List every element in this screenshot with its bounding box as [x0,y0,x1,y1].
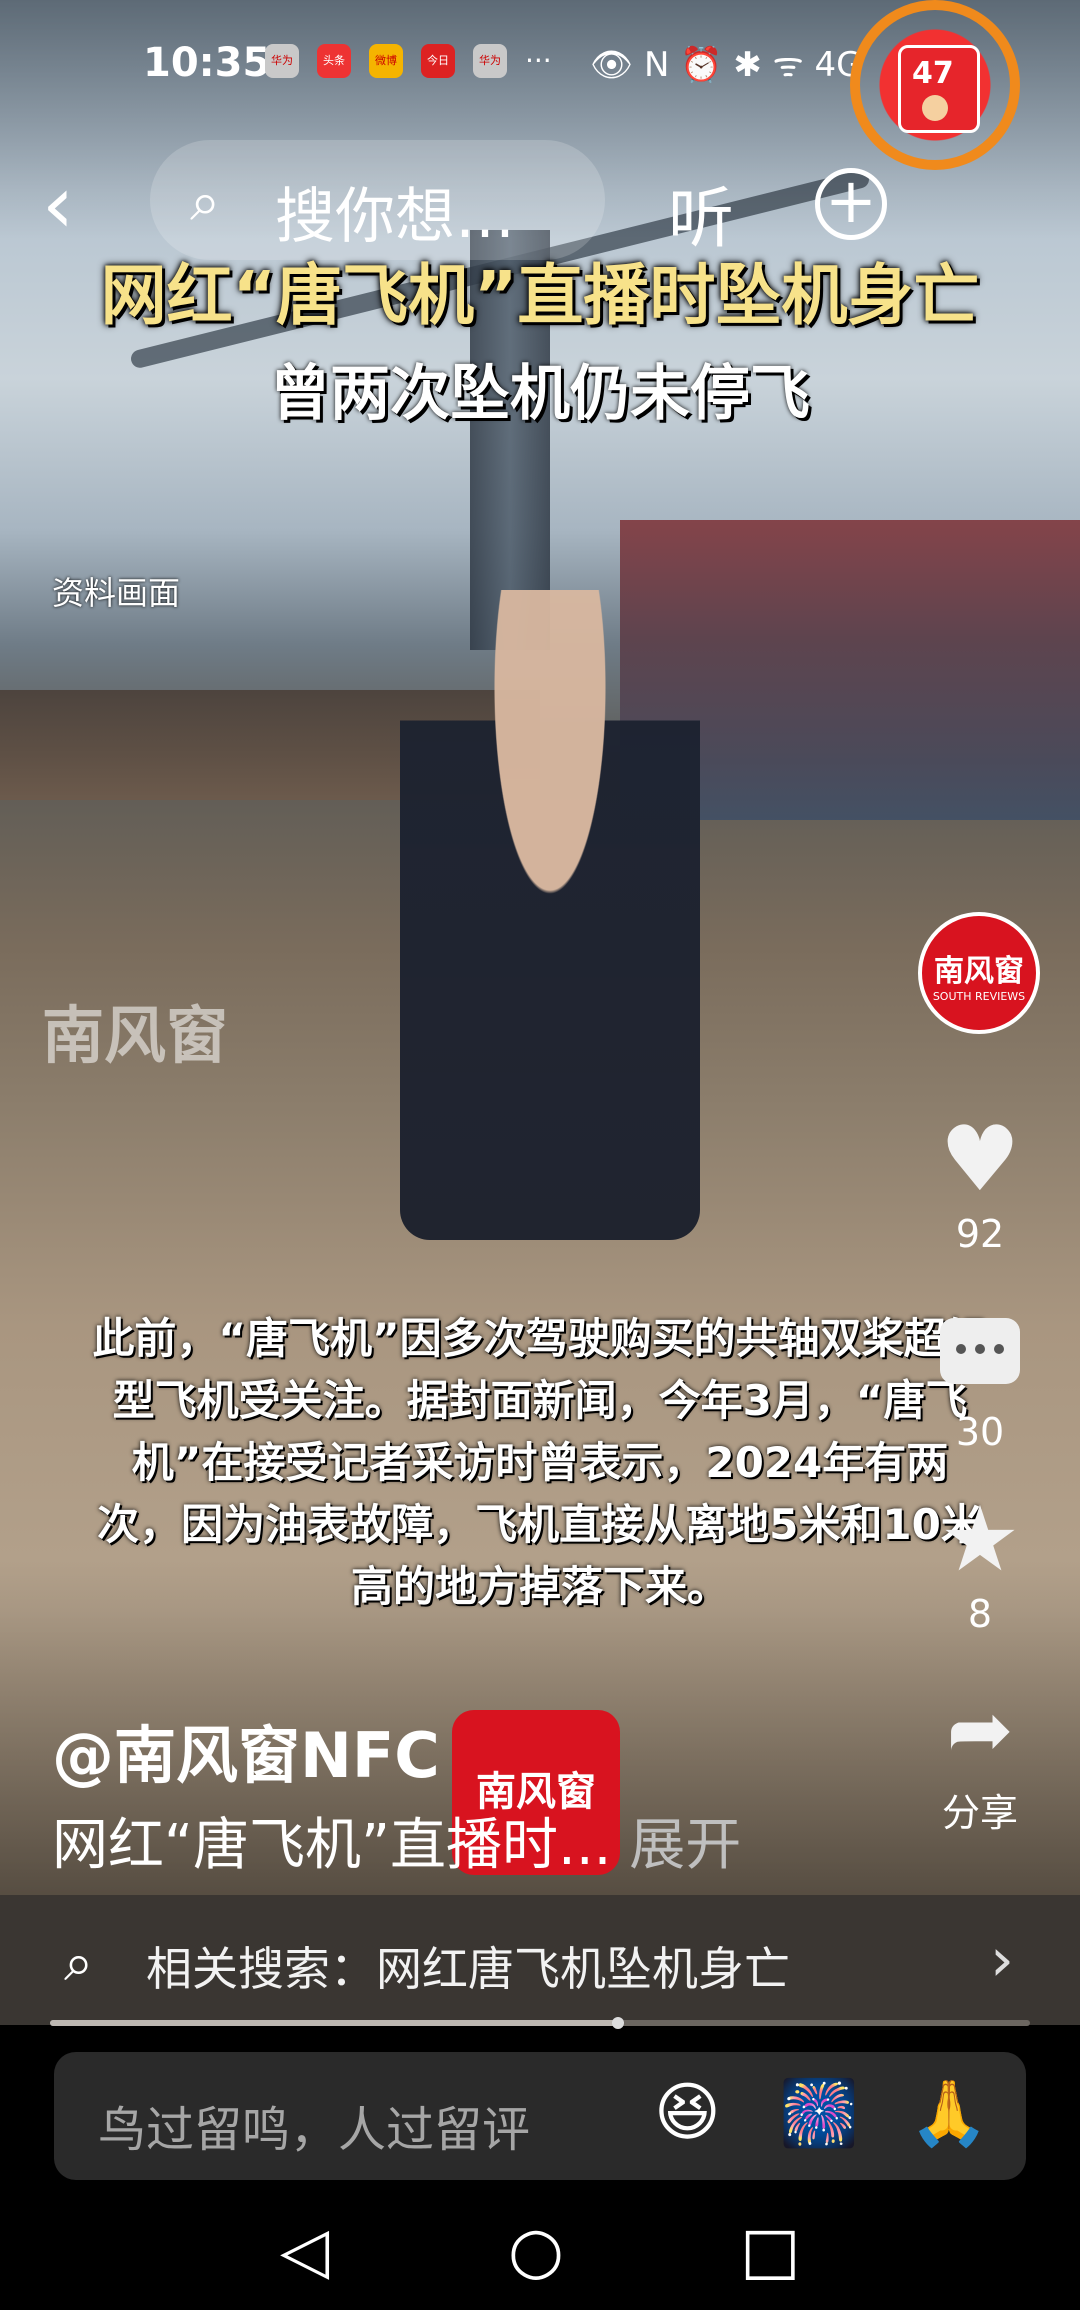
description-text: 网红“唐飞机”直播时... [52,1813,612,1878]
nav-home-icon[interactable]: ○ [508,2214,564,2288]
share-button[interactable]: ➦ 分享 [910,1680,1050,1837]
back-button[interactable]: ‹ [42,165,74,245]
avatar-subtext: SOUTH REVIEWS [932,990,1026,1003]
red-packet-count: 47 [912,56,954,91]
news-app-icon: 今日 [421,44,455,78]
like-count: 92 [955,1212,1005,1256]
fireworks-emoji-icon[interactable]: 🎆 [779,2076,859,2151]
add-button[interactable]: + [815,168,887,240]
comment-count: 30 [955,1410,1005,1454]
search-icon: ⌕ [190,170,221,233]
notification-icons: 华为 头条 微博 今日 华为 ··· [265,44,552,78]
system-status-icons: 👁 N ⏰ ✱ ᯤ 4G [590,45,863,85]
more-notifications-icon: ··· [525,44,552,77]
video-progress-bar[interactable] [50,2017,1030,2029]
search-icon: ⌕ [64,1933,94,1993]
like-button[interactable]: ♥ 92 [910,1107,1050,1257]
nav-back-icon[interactable]: ◁ [280,2214,329,2288]
share-icon: ➦ [946,1683,1014,1776]
author-avatar[interactable]: 南风窗 SOUTH REVIEWS [918,912,1040,1034]
chevron-right-icon: › [990,1925,1014,1995]
favorite-button[interactable]: ★ 8 [910,1487,1050,1637]
avatar-brand: 南风窗 [934,954,1024,989]
comment-icon [940,1318,1020,1384]
post-description[interactable]: 网红“唐飞机”直播时... 展开 [52,1800,741,1881]
system-nav-bar: ◁ ○ □ [0,2200,1080,2310]
comment-button[interactable]: 30 [910,1298,1050,1454]
huawei-app-icon: 华为 [265,44,299,78]
weibo-app-icon: 微博 [369,44,403,78]
heart-icon: ♥ [939,1107,1021,1212]
share-label: 分享 [941,1791,1018,1835]
video-watermark: 南风窗 [42,999,229,1072]
archive-footage-tag: 资料画面 [52,574,181,612]
toutiao-app-icon: 头条 [317,44,351,78]
related-search-text: 相关搜索：网红唐飞机坠机身亡 [146,1942,790,1996]
comment-placeholder: 鸟过留鸣，人过留评 [98,2102,531,2158]
expand-link[interactable]: 展开 [629,1813,741,1878]
bottom-bar: 鸟过留鸣，人过留评 😆 🎆 🙏 ◁ ○ □ [0,2030,1080,2310]
laugh-emoji-icon[interactable]: 😆 [654,2076,721,2150]
author-name[interactable]: @南风窗NFC [52,1705,440,1795]
video-title-line2: 曾两次坠机仍未停飞 [270,359,810,429]
progress-fill [50,2020,619,2026]
pray-emoji-icon[interactable]: 🙏 [909,2076,989,2151]
progress-knob[interactable] [612,2017,625,2029]
red-packet-clasp [922,95,948,121]
related-search-bar[interactable]: ⌕ 相关搜索：网红唐飞机坠机身亡 › [0,1895,1080,2025]
nav-recents-icon[interactable]: □ [740,2214,800,2288]
favorite-count: 8 [967,1592,993,1636]
status-time: 10:35 [143,40,271,86]
red-packet-widget[interactable]: 47 [850,0,1020,170]
comment-input[interactable]: 鸟过留鸣，人过留评 😆 🎆 🙏 [54,2052,1026,2180]
video-person [400,590,700,1240]
video-title-line1: 网红“唐飞机”直播时坠机身亡 [100,257,980,334]
star-icon: ★ [939,1487,1021,1592]
video-subtitle: 此前，“唐飞机”因多次驾驶购买的共轴双桨超轻型飞机受关注。据封面新闻，今年3月，… [92,1314,988,1611]
huawei-app-icon-2: 华为 [473,44,507,78]
